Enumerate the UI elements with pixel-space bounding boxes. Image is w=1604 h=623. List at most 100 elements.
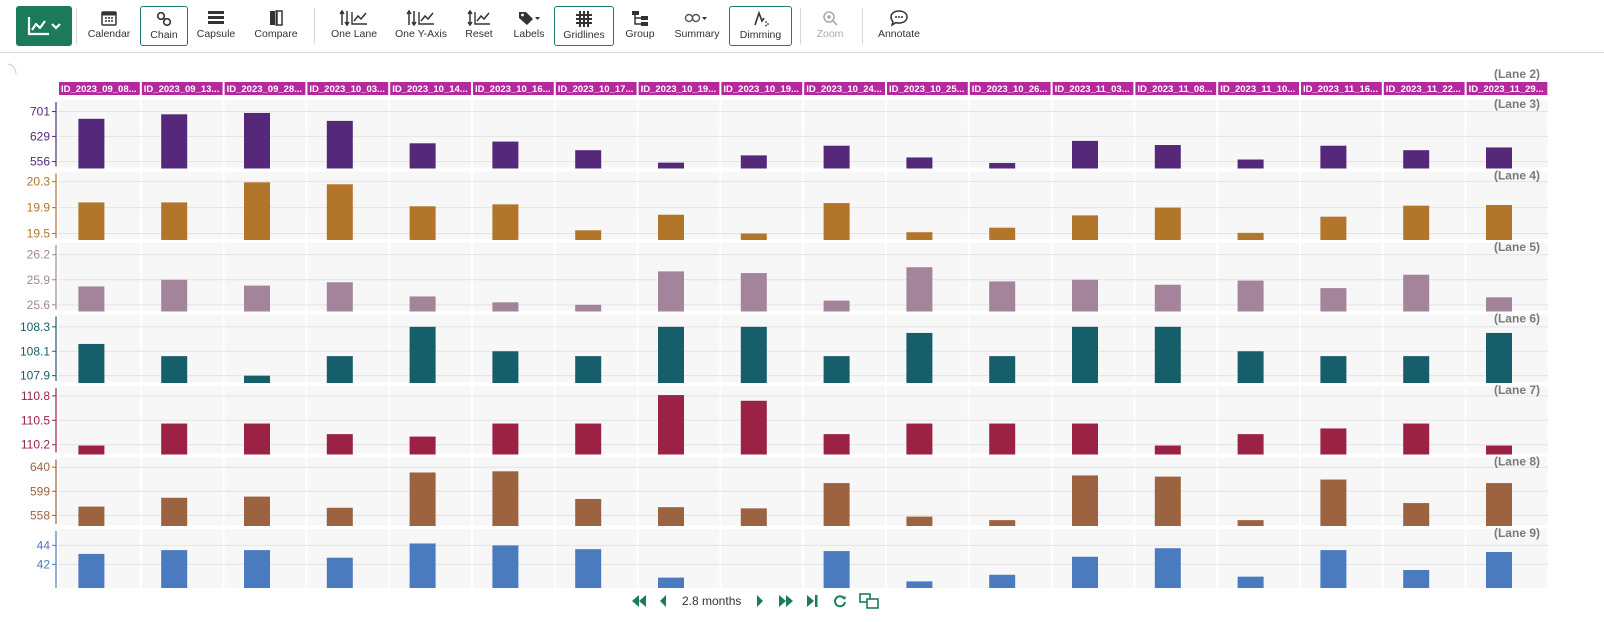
chart-type-dropdown[interactable] [16, 6, 72, 46]
bar [492, 302, 519, 312]
first-page-icon[interactable] [630, 594, 648, 608]
bar [575, 356, 602, 383]
capsule-label: ID_2023_11_16... [1303, 84, 1378, 95]
fast-forward-icon[interactable] [777, 594, 795, 608]
bar [1486, 445, 1512, 455]
bar [740, 326, 767, 383]
compare-button[interactable]: Compare [250, 6, 302, 46]
one-y-axis-button[interactable]: One Y-Axis [392, 6, 450, 46]
bar [161, 550, 188, 588]
one-y-axis-label: One Y-Axis [395, 28, 447, 40]
group-button[interactable]: Group [620, 6, 660, 46]
bar [1072, 423, 1098, 455]
capsule-label: ID_2023_10_26... [972, 84, 1048, 95]
calendar-label: Calendar [87, 28, 131, 40]
y-tick-label: 44 [37, 538, 51, 552]
bar [575, 423, 602, 455]
bar [575, 549, 602, 588]
bar [823, 356, 850, 383]
lane-label: (Lane 6) [1494, 312, 1540, 326]
resize-icon[interactable] [859, 593, 880, 609]
bar [161, 279, 188, 312]
bar [658, 507, 684, 526]
bar [823, 300, 850, 312]
panel-handle [7, 63, 17, 75]
bar [1320, 145, 1347, 169]
y-tick-label: 110.5 [21, 413, 50, 427]
capsule-label: ID_2023_11_10... [1220, 84, 1295, 95]
bar [906, 267, 933, 312]
bar [244, 182, 270, 240]
dimming-label: Dimming [739, 29, 782, 41]
bar [575, 304, 602, 312]
last-page-icon[interactable] [805, 594, 819, 608]
y-tick-label: 19.9 [27, 201, 51, 215]
calendar-button[interactable]: Calendar [84, 6, 134, 46]
bar [78, 118, 105, 169]
bar [1154, 326, 1181, 383]
bar [78, 286, 105, 312]
bar [1072, 279, 1098, 312]
bar [989, 162, 1016, 169]
capsule-label: Capsule [196, 28, 236, 40]
capsule-button[interactable]: Capsule [192, 6, 240, 46]
bar [409, 206, 436, 240]
labels-button[interactable]: Labels [508, 6, 550, 46]
bar [161, 202, 188, 240]
bar [1486, 332, 1512, 383]
next-page-icon[interactable] [755, 594, 765, 608]
plot-area: (Lane 2) ID_2023_09_08... ID_2023_09_13...… [7, 63, 1549, 588]
bar [740, 233, 767, 240]
one-lane-icon [339, 9, 369, 27]
bar [823, 483, 850, 526]
bar [409, 472, 436, 526]
capsule-label: ID_2023_10_16... [475, 84, 551, 95]
one-lane-label: One Lane [330, 28, 378, 40]
bar [1237, 576, 1264, 588]
summary-label: Summary [674, 28, 720, 40]
chain-button[interactable]: Chain [140, 6, 188, 46]
bar [740, 273, 767, 312]
dimming-button[interactable]: Dimming [729, 6, 792, 46]
y-tick-label: 110.2 [21, 438, 50, 452]
chain-label: Chain [150, 29, 178, 41]
toolbar-separator [862, 8, 863, 44]
bar [409, 436, 436, 455]
bar [658, 214, 684, 240]
bar [1486, 483, 1512, 526]
summary-icon [684, 9, 710, 27]
gridlines-button[interactable]: Gridlines [554, 6, 614, 46]
bar [823, 145, 850, 169]
y-tick-label: 599 [30, 484, 50, 498]
gridlines-label: Gridlines [563, 29, 605, 41]
gridlines-icon [575, 10, 593, 28]
one-y-axis-icon [406, 9, 436, 27]
capsule-label: ID_2023_09_28... [227, 84, 303, 95]
refresh-icon[interactable] [833, 594, 847, 608]
annotate-button[interactable]: Annotate [870, 6, 928, 46]
lane-label: (Lane 8) [1494, 455, 1540, 469]
y-tick-label: 110.8 [21, 389, 50, 403]
pager: 2.8 months [630, 588, 910, 614]
capsule-label: ID_2023_11_22... [1386, 84, 1461, 95]
bar [1072, 215, 1098, 240]
bar [740, 155, 767, 169]
bar [244, 550, 270, 588]
bar [1072, 140, 1098, 169]
reset-button[interactable]: Reset [460, 6, 498, 46]
bar [78, 343, 105, 383]
column-background [555, 243, 637, 311]
bar [78, 445, 105, 455]
column-background [473, 243, 554, 311]
bar [1320, 216, 1347, 240]
summary-button[interactable]: Summary [668, 6, 726, 46]
previous-page-icon[interactable] [658, 594, 668, 608]
bar [658, 326, 684, 383]
dimming-icon [752, 10, 770, 28]
one-lane-button[interactable]: One Lane [328, 6, 380, 46]
y-tick-label: 108.1 [20, 344, 50, 358]
bar [492, 351, 519, 383]
lane-label: (Lane 9) [1494, 526, 1540, 540]
capsule-label: ID_2023_10_14... [392, 84, 468, 95]
group-label: Group [625, 28, 655, 40]
